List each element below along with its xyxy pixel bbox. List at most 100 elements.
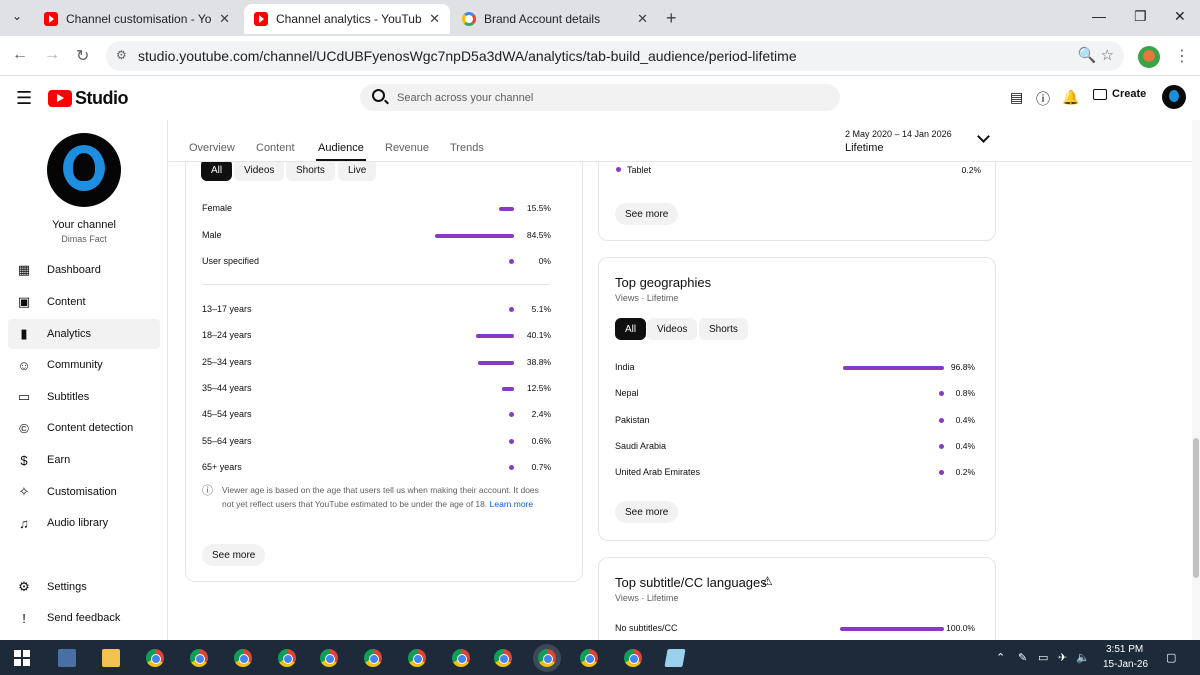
filter-chip-shorts[interactable]: Shorts: [286, 162, 335, 181]
age-row-value: 12.5%: [526, 382, 551, 393]
reload-icon[interactable]: ↻: [76, 46, 89, 66]
studio-logo[interactable]: Studio: [48, 88, 129, 109]
gender-dot: [509, 259, 514, 264]
chevron-down-icon[interactable]: [977, 130, 990, 143]
taskbar-time[interactable]: 3:51 PM: [1106, 644, 1143, 655]
dollar-icon: $: [20, 452, 28, 468]
demographics-see-more-button[interactable]: See more: [202, 544, 266, 566]
sidebar-item-audio-library[interactable]: ♫ Audio library: [8, 508, 160, 538]
tab-overview[interactable]: Overview: [189, 142, 235, 154]
sidebar-item-customisation[interactable]: ✧ Customisation: [8, 477, 160, 507]
sidebar-item-subtitles[interactable]: ▭ Subtitles: [8, 382, 160, 412]
tray-pen-icon[interactable]: ✎: [1018, 651, 1027, 664]
hamburger-menu-icon[interactable]: ☰: [16, 88, 32, 109]
geo-filter-chip-shorts[interactable]: Shorts: [699, 318, 748, 340]
subtitle-languages-title: Top subtitle/CC languages: [615, 575, 767, 590]
tray-chevron-icon[interactable]: ⌃: [996, 651, 1005, 664]
sidebar-item-dashboard[interactable]: ▦ Dashboard: [8, 255, 160, 285]
browser-tab-analytics[interactable]: Channel analytics - YouTube Studio ✕: [244, 4, 450, 34]
chrome-app-icon[interactable]: [146, 649, 164, 667]
age-row-label: 25–34 years: [202, 356, 252, 367]
chrome-app-icon[interactable]: [580, 649, 598, 667]
close-icon[interactable]: ✕: [637, 11, 648, 27]
restore-icon[interactable]: ❐: [1134, 8, 1147, 25]
geographies-see-more-button[interactable]: See more: [615, 501, 679, 523]
chrome-app-icon[interactable]: [364, 649, 382, 667]
search-input[interactable]: Search across your channel: [360, 84, 840, 111]
notes-app-icon[interactable]: [664, 649, 686, 667]
geo-dot: [939, 417, 944, 423]
address-bar[interactable]: ⚙ studio.youtube.com/channel/UCdUBFyenos…: [106, 41, 1124, 71]
geo-filter-chip-all[interactable]: All: [615, 318, 647, 340]
filter-chip-live[interactable]: Live: [338, 162, 377, 181]
file-explorer-icon[interactable]: [102, 649, 120, 667]
chrome-app-icon[interactable]: [624, 649, 642, 667]
sidebar-item-analytics[interactable]: ▮ Analytics: [8, 319, 160, 349]
chrome-app-icon[interactable]: [278, 649, 296, 667]
windows-start-icon[interactable]: [14, 650, 30, 666]
warning-icon[interactable]: ⚠: [762, 574, 773, 588]
new-tab-plus-icon[interactable]: +: [666, 8, 677, 29]
browser-profile-avatar[interactable]: [1138, 46, 1160, 68]
comments-icon[interactable]: ▤: [1010, 89, 1023, 106]
sidebar-item-settings[interactable]: ⚙ Settings: [8, 572, 160, 602]
period-date-range[interactable]: 2 May 2020 – 14 Jan 2026: [845, 129, 952, 139]
filter-chip-videos[interactable]: Videos: [234, 162, 285, 181]
devices-see-more-button[interactable]: See more: [615, 203, 679, 225]
page-scrollbar[interactable]: [1192, 120, 1200, 640]
taskbar-date[interactable]: 15-Jan-26: [1103, 659, 1148, 670]
age-row-label: 65+ years: [202, 461, 242, 472]
age-row-value: 2.4%: [531, 409, 551, 420]
sidebar-item-content-detection[interactable]: © Content detection: [8, 413, 160, 443]
tab-revenue[interactable]: Revenue: [385, 142, 429, 154]
browser-toolbar: ← → ↻ ⚙ studio.youtube.com/channel/UCdUB…: [0, 36, 1200, 76]
minimize-icon[interactable]: —: [1092, 8, 1106, 24]
chrome-app-icon[interactable]: [234, 649, 252, 667]
chrome-app-icon[interactable]: [190, 649, 208, 667]
calculator-app-icon[interactable]: [58, 649, 76, 667]
tab-trends[interactable]: Trends: [450, 142, 484, 154]
chrome-app-icon[interactable]: [320, 649, 338, 667]
gender-bar: [435, 233, 514, 238]
help-icon[interactable]: ⓘ: [1036, 89, 1050, 109]
chrome-app-icon[interactable]: [538, 649, 556, 667]
volume-icon[interactable]: 🔈: [1076, 651, 1090, 664]
battery-icon[interactable]: ▭: [1038, 651, 1048, 664]
period-label[interactable]: Lifetime: [845, 142, 884, 154]
close-icon[interactable]: ✕: [219, 11, 230, 27]
learn-more-link[interactable]: Learn more: [490, 499, 533, 509]
site-info-icon[interactable]: ⚙: [116, 48, 127, 62]
close-icon[interactable]: ✕: [429, 11, 440, 27]
geographies-subtitle: Views · Lifetime: [615, 293, 679, 303]
tab-search-chevron-icon[interactable]: ⌄: [8, 9, 26, 27]
browser-menu-kebab-icon[interactable]: ⋮: [1174, 46, 1190, 66]
sidebar-item-community[interactable]: ☺ Community: [8, 350, 160, 380]
airplane-mode-icon[interactable]: ✈: [1058, 651, 1067, 664]
chrome-app-icon[interactable]: [408, 649, 426, 667]
notification-center-icon[interactable]: ▢: [1166, 651, 1176, 664]
window-close-icon[interactable]: ✕: [1174, 8, 1186, 25]
analytics-icon: ▮: [20, 326, 28, 341]
browser-tab-brand-account[interactable]: Brand Account details ✕: [452, 4, 658, 34]
chrome-app-icon[interactable]: [452, 649, 470, 667]
sidebar-item-earn[interactable]: $ Earn: [8, 445, 160, 475]
sidebar-item-content[interactable]: ▣ Content: [8, 287, 160, 317]
tab-content[interactable]: Content: [256, 142, 295, 154]
browser-tab-customisation[interactable]: Channel customisation - YouTube Studio ✕: [34, 4, 240, 34]
scrollbar-thumb[interactable]: [1193, 438, 1199, 578]
notifications-bell-icon[interactable]: 🔔: [1062, 89, 1079, 106]
zoom-bookmark-icons[interactable]: 🔍 ☆: [1078, 46, 1114, 64]
geo-filter-chip-videos[interactable]: Videos: [647, 318, 698, 340]
chrome-app-icon[interactable]: [494, 649, 512, 667]
tab-audience[interactable]: Audience: [316, 142, 366, 161]
device-row-label: Tablet: [627, 165, 652, 175]
filter-chip-all[interactable]: All: [201, 162, 233, 181]
back-arrow-icon[interactable]: ←: [12, 46, 28, 64]
forward-arrow-icon[interactable]: →: [44, 46, 60, 64]
age-row-label: 18–24 years: [202, 330, 252, 341]
account-avatar[interactable]: [1162, 85, 1186, 109]
channel-avatar[interactable]: [47, 133, 121, 207]
sidebar-item-send-feedback[interactable]: ! Send feedback: [8, 603, 160, 633]
age-row-value: 38.8%: [526, 356, 551, 367]
create-button[interactable]: Create: [1093, 88, 1146, 100]
